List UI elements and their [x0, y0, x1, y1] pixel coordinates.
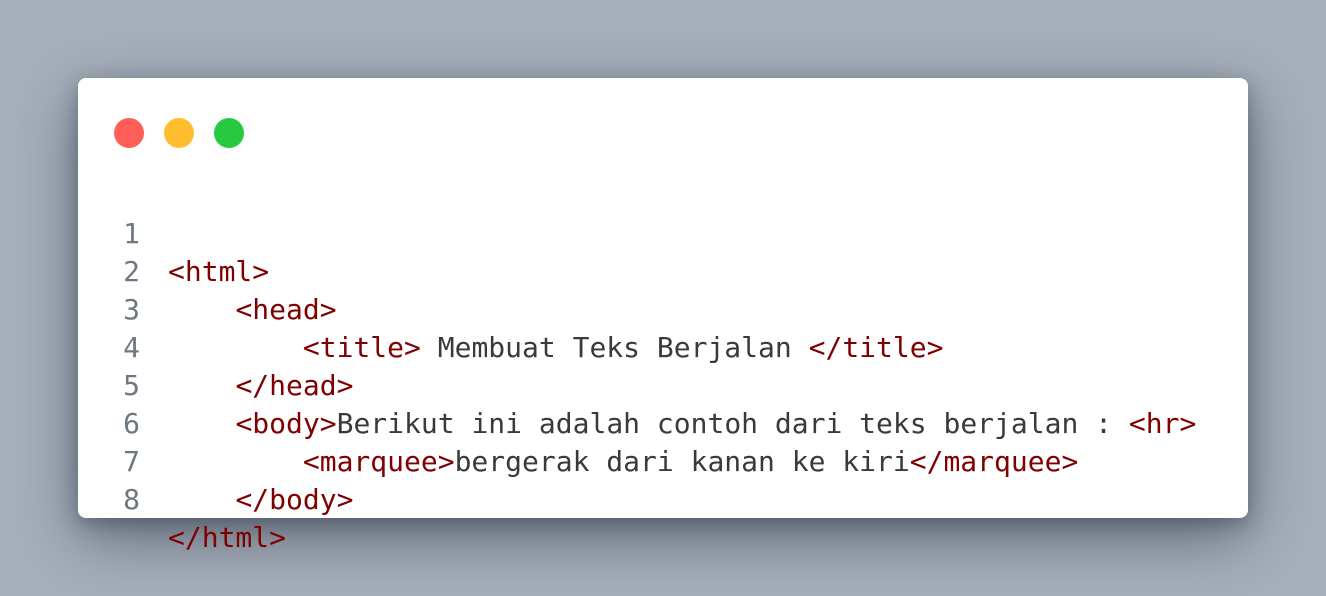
code-line: 3 <title> Membuat Teks Berjalan </title>	[78, 253, 1248, 364]
minimize-button[interactable]	[164, 118, 194, 148]
code-line: 8 </html>	[78, 443, 1248, 554]
code-window: 1 <html> 2 <head> 3 <title> Membuat Teks…	[78, 78, 1248, 554]
html-tag: </html>	[168, 521, 287, 554]
code-line: 4 </head>	[78, 291, 1248, 402]
html-tag: </body>	[235, 483, 354, 516]
code-line-content: </body>	[168, 481, 353, 519]
code-line: 5 <body>Berikut ini adalah contoh dari t…	[78, 329, 1248, 440]
close-button[interactable]	[114, 118, 144, 148]
line-number: 8	[123, 483, 140, 516]
code-line-content: </html>	[168, 519, 286, 557]
code-line: 2 <head>	[78, 215, 1248, 326]
code-line: 7 </body>	[78, 405, 1248, 516]
code-line: 6 <marquee>bergerak dari kanan ke kiri</…	[78, 367, 1248, 478]
code-line: 1 <html>	[78, 177, 1248, 288]
maximize-button[interactable]	[214, 118, 244, 148]
code-block: 1 <html> 2 <head> 3 <title> Membuat Teks…	[78, 177, 1248, 554]
